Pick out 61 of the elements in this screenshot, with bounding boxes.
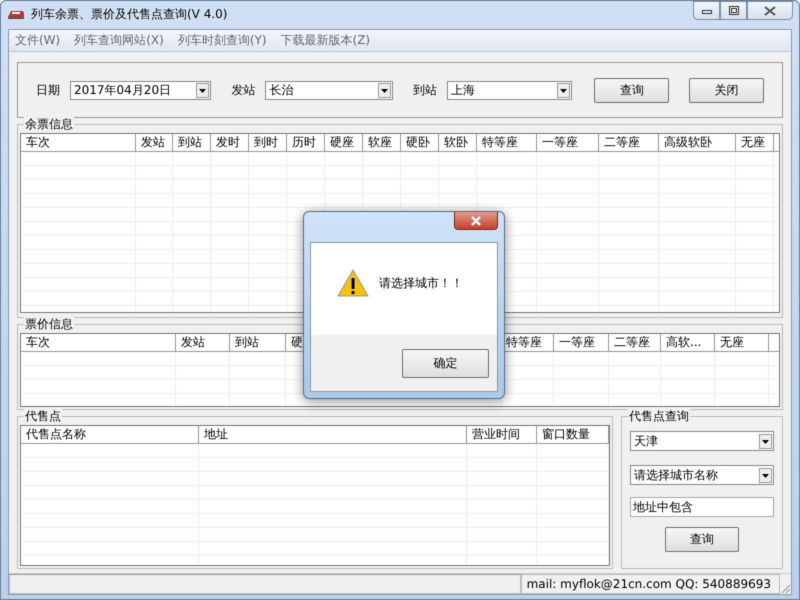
resize-grip-icon	[780, 583, 791, 594]
column-header[interactable]: 发时	[211, 134, 249, 151]
column-header[interactable]: 一等座	[537, 134, 599, 151]
close-button[interactable]	[454, 212, 498, 230]
column-header[interactable]: 车次	[21, 334, 176, 351]
city-dropdown[interactable]: 请选择城市名称	[630, 465, 774, 485]
train-icon	[7, 8, 25, 20]
column-header[interactable]: 到时	[249, 134, 287, 151]
column-header[interactable]: 硬座	[325, 134, 363, 151]
from-station-dropdown[interactable]: 长治	[265, 80, 393, 100]
query-button[interactable]: 查询	[594, 78, 670, 102]
menu-item[interactable]: 文件(W)	[15, 32, 60, 49]
group-title: 票价信息	[24, 317, 74, 331]
maximize-button[interactable]	[720, 1, 747, 20]
column-header[interactable]: 地址	[199, 426, 467, 443]
column-header[interactable]: 无座	[736, 134, 774, 151]
query-button[interactable]: 关闭	[689, 78, 764, 102]
maximize-icon	[728, 6, 738, 15]
minimize-icon	[702, 8, 712, 14]
column-header[interactable]: 二等座	[599, 134, 659, 151]
column-header[interactable]: 二等座	[609, 334, 661, 351]
date-dropdown[interactable]: 2017年04月20日	[70, 80, 212, 100]
from-station-label: 发站	[231, 82, 256, 98]
column-header[interactable]: 历时	[287, 134, 325, 151]
menu-item[interactable]: 列车查询网站(X)	[74, 32, 164, 49]
column-header[interactable]: 高级软卧	[659, 134, 736, 151]
column-header[interactable]: 软卧	[439, 134, 477, 151]
column-header[interactable]: 发站	[176, 334, 230, 351]
column-header[interactable]: 硬卧	[401, 134, 439, 151]
column-header[interactable]: 营业时间	[467, 426, 537, 443]
group-title: 代售点查询	[628, 409, 690, 423]
column-header[interactable]: 发站	[136, 134, 173, 151]
close-button[interactable]	[747, 1, 793, 20]
menu-item[interactable]: 列车时刻查询(Y)	[178, 32, 267, 49]
to-station-dropdown[interactable]: 上海	[446, 80, 572, 100]
column-header[interactable]: 代售点名称	[21, 426, 199, 443]
menu-item[interactable]: 下载最新版本(Z)	[280, 32, 370, 49]
column-header[interactable]: 到站	[173, 134, 211, 151]
minimize-button[interactable]	[693, 1, 720, 20]
column-header[interactable]: 窗口数量	[537, 426, 609, 443]
column-header[interactable]: 无座	[715, 334, 769, 351]
contact-text: mail: myflok@21cn.com QQ: 540889693	[526, 577, 771, 591]
date-label: 日期	[36, 82, 60, 98]
address-field[interactable]: 地址中包含	[630, 497, 774, 517]
column-header[interactable]: 特等座	[477, 134, 537, 151]
group-title: 余票信息	[24, 117, 74, 131]
column-header[interactable]: 软座	[363, 134, 401, 151]
close-icon	[764, 6, 776, 16]
province-dropdown[interactable]: 天津	[630, 431, 774, 451]
column-header[interactable]: 车次	[21, 134, 136, 151]
search-button[interactable]: 查询	[665, 527, 739, 552]
ok-button[interactable]: 确定	[402, 348, 489, 378]
window-title: 列车余票、票价及代售点查询(V 4.0)	[31, 6, 228, 22]
to-station-label: 到站	[412, 82, 437, 98]
column-header[interactable]: 一等座	[554, 334, 609, 351]
group-title: 代售点	[24, 409, 62, 423]
column-header[interactable]: 到站	[230, 334, 286, 351]
message-text: 请选择城市！！	[379, 274, 463, 292]
warning-icon	[337, 269, 369, 297]
close-icon	[470, 216, 482, 226]
column-header[interactable]: 高软...	[661, 334, 715, 351]
